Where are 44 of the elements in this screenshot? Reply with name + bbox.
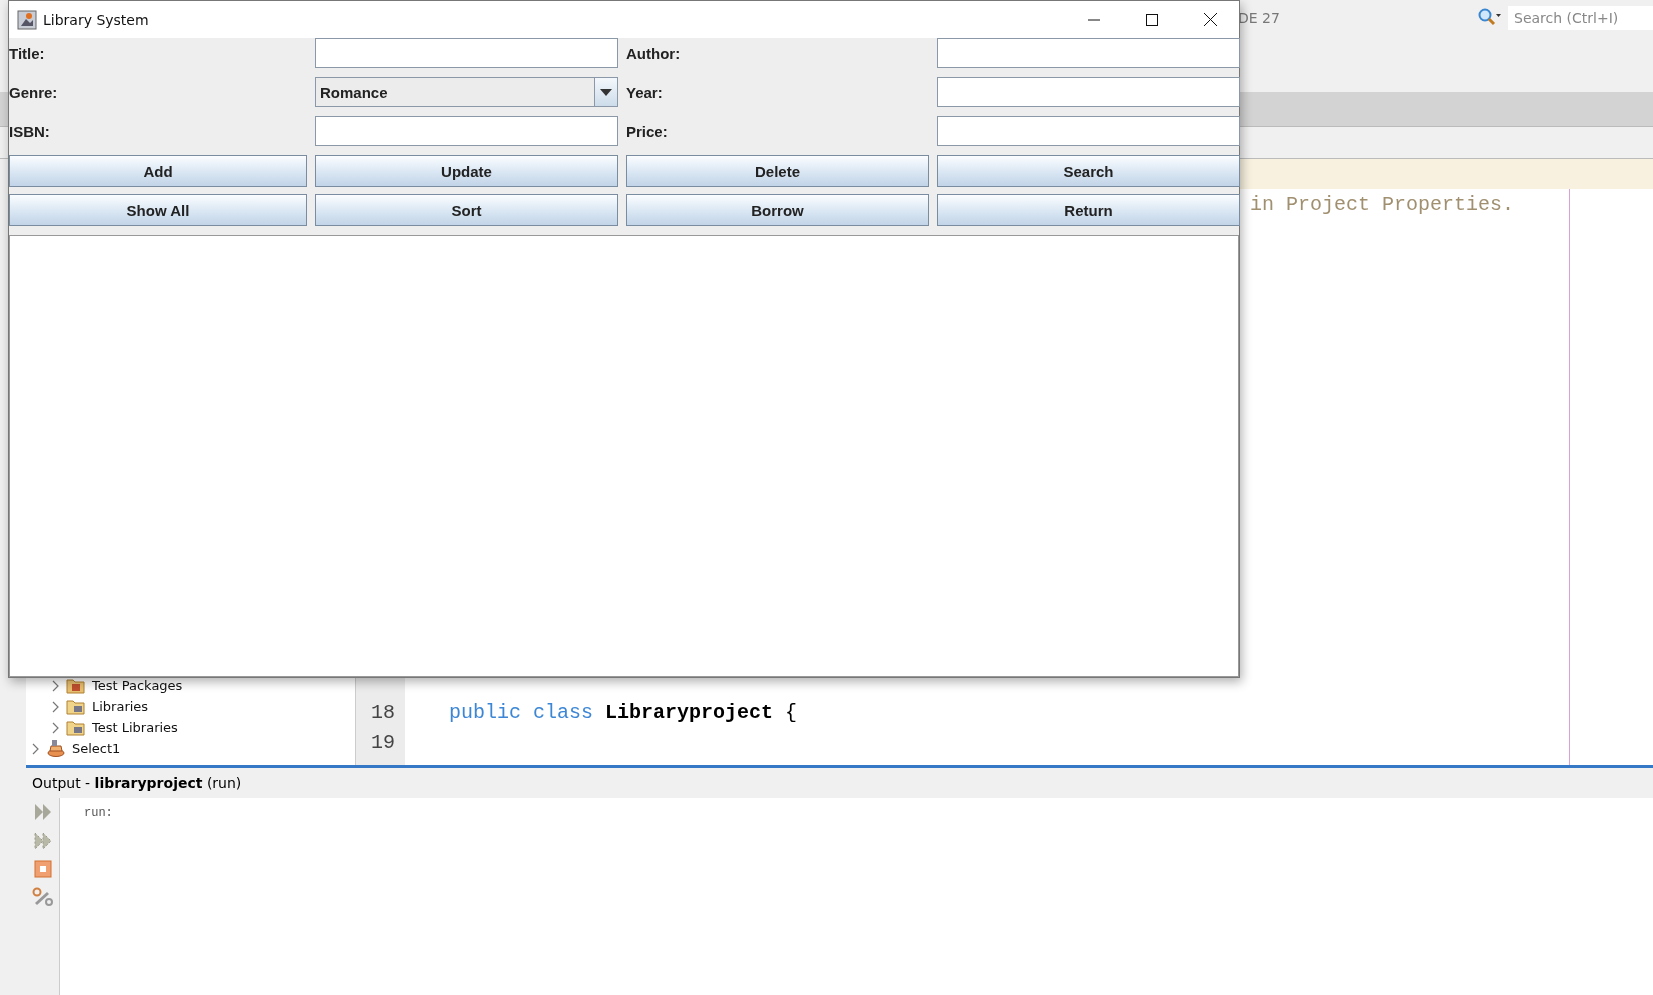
dropdown-arrow-icon (600, 88, 612, 96)
search-icon[interactable] (1478, 8, 1502, 28)
action-button[interactable]: Sort (315, 194, 618, 226)
coffee-cup-icon (46, 738, 66, 759)
rerun-icon[interactable] (32, 802, 53, 822)
field-label: Title: (9, 44, 46, 62)
text-field[interactable] (937, 116, 1240, 146)
text-field[interactable] (315, 38, 618, 68)
text-field[interactable] (937, 38, 1240, 68)
window-title: Library System (43, 11, 149, 28)
line-number: 18 (370, 700, 396, 724)
line-number: 19 (370, 730, 396, 754)
search-field[interactable]: Search (Ctrl+I) (1508, 6, 1653, 30)
maximize-icon (1146, 13, 1158, 26)
field-label: Year: (626, 83, 664, 101)
app-icon (17, 9, 37, 30)
field-label: ISBN: (9, 122, 51, 140)
action-button[interactable]: Add (9, 155, 307, 187)
tree-item[interactable]: Select1 (72, 741, 121, 756)
code-keyword: public (449, 700, 521, 724)
tree-item[interactable]: Test Libraries (92, 720, 178, 735)
action-button[interactable]: Show All (9, 194, 307, 226)
action-button[interactable]: Borrow (626, 194, 929, 226)
field-label: Author: (626, 44, 682, 62)
code-keyword: class (533, 700, 594, 724)
code-brace: { (785, 700, 798, 724)
close-icon (1203, 13, 1217, 26)
fast-forward-icon[interactable] (32, 831, 53, 851)
text-field[interactable] (937, 77, 1240, 107)
code-comment: in Project Properties. (1250, 192, 1515, 216)
tree-item[interactable]: Libraries (92, 699, 149, 714)
action-button[interactable]: Update (315, 155, 618, 187)
text-field[interactable] (315, 116, 618, 146)
stop-icon[interactable] (33, 860, 52, 878)
class-name: Libraryproject (605, 700, 774, 724)
action-button[interactable]: Delete (626, 155, 929, 187)
genre-dropdown[interactable]: Romance (315, 77, 618, 107)
action-button[interactable]: Return (937, 194, 1240, 226)
field-label: Price: (626, 122, 669, 140)
action-button[interactable]: Search (937, 155, 1240, 187)
tree-item[interactable]: Test Packages (92, 678, 183, 693)
output-panel-title: Output - libraryproject (run) (32, 775, 242, 791)
output-line: run: (84, 806, 113, 820)
field-label: Genre: (9, 83, 59, 101)
